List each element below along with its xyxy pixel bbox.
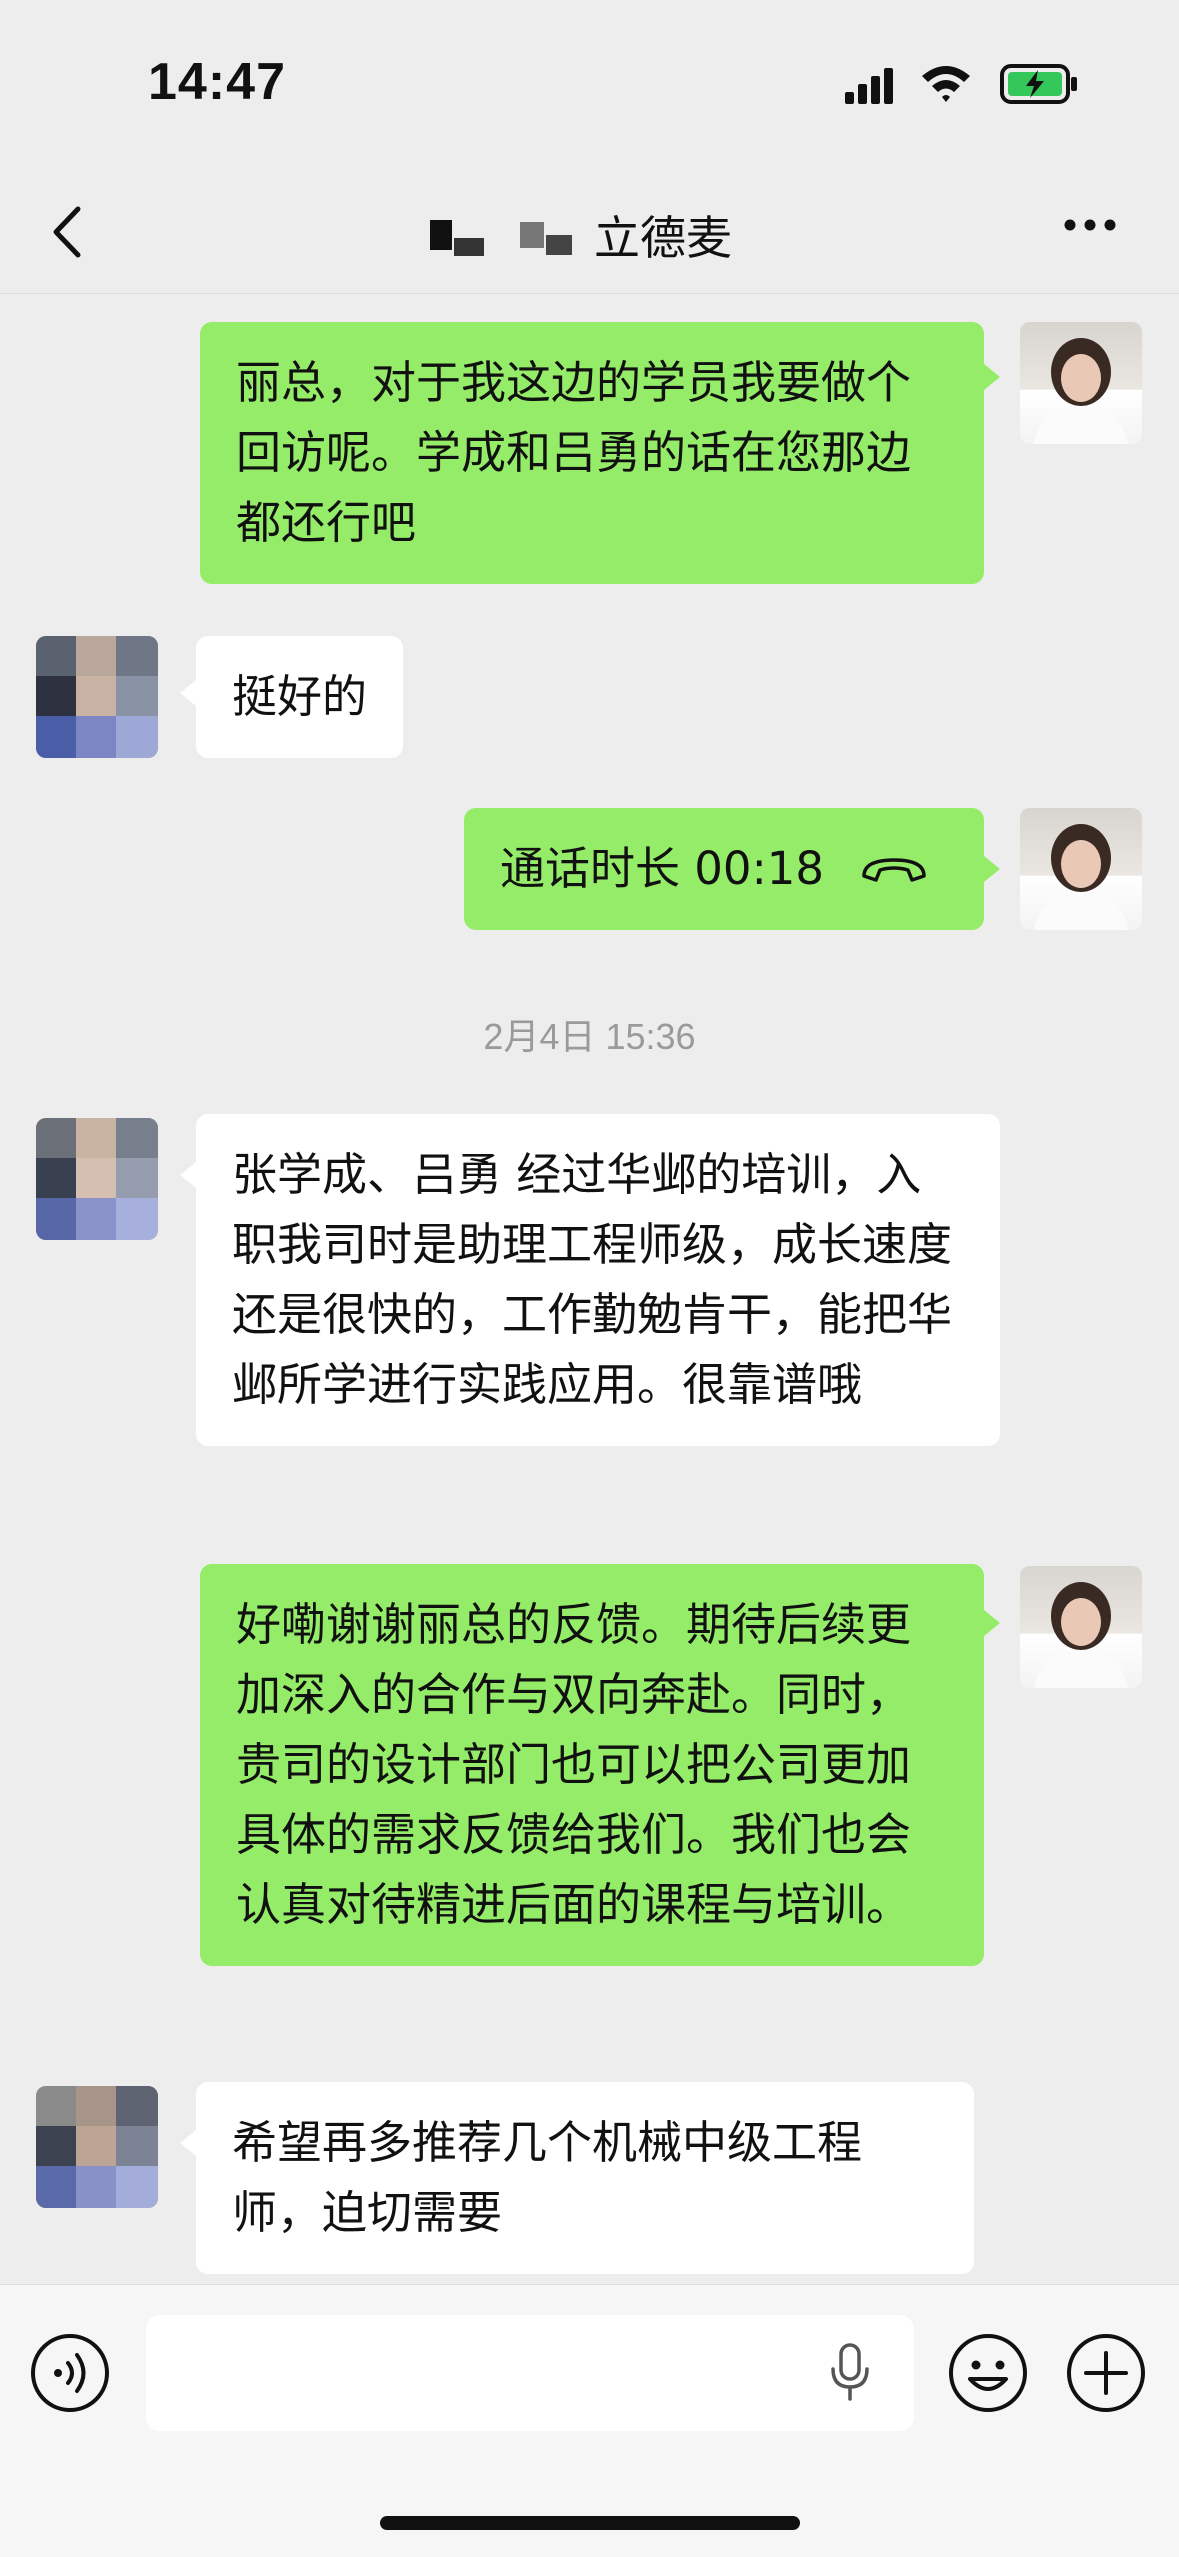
call-duration-text: 通话时长 00:18 [500,842,824,895]
cellular-signal-icon [845,68,893,104]
message-bubble-incoming[interactable]: 张学成、吕勇 经过华邺的培训，入职我司时是助理工程师级，成长速度还是很快的，工作… [196,1114,1000,1446]
more-options-icon[interactable] [1062,217,1118,233]
bubble-tail [180,2130,196,2156]
voice-input-icon[interactable] [28,2331,112,2415]
redacted-name-block [454,238,484,256]
wifi-icon [922,66,970,102]
home-indicator[interactable] [380,2516,800,2530]
date-separator: 2月4日 15:36 [483,1016,696,1057]
back-icon[interactable] [42,197,92,267]
pixelated-photo-icon [36,2086,158,2208]
call-record-bubble[interactable]: 通话时长 00:18 [464,808,984,930]
redacted-name-block [546,235,572,255]
contact-avatar[interactable] [36,1118,158,1240]
contact-avatar[interactable] [36,2086,158,2208]
my-avatar[interactable] [1020,1566,1142,1688]
my-avatar[interactable] [1020,808,1142,930]
message-bubble-outgoing[interactable]: 好嘞谢谢丽总的反馈。期待后续更加深入的合作与双向奔赴。同时，贵司的设计部门也可以… [200,1564,984,1966]
emoji-icon[interactable] [946,2331,1030,2415]
pixelated-photo-icon [36,1118,158,1240]
message-bubble-outgoing[interactable]: 丽总，对于我这边的学员我要做个回访呢。学成和吕勇的话在您那边都还行吧 [200,322,984,584]
contact-avatar[interactable] [36,636,158,758]
pixelated-photo-icon [36,636,158,758]
message-bubble-incoming[interactable]: 希望再多推荐几个机械中级工程师，迫切需要 [196,2082,974,2274]
redacted-name-block [430,220,452,250]
chat-header: 立德麦 [0,175,1179,294]
clock: 14:47 [148,53,286,111]
message-input[interactable] [146,2315,914,2431]
status-bar: 14:47 [0,0,1179,175]
bubble-tail [180,1162,196,1188]
chat-title: 立德麦 [430,205,732,265]
battery-charging-icon [1000,64,1077,104]
redacted-name-block [520,222,544,248]
phone-hangup-icon [862,858,926,882]
person-photo-icon [1034,338,1128,444]
person-photo-icon [1034,1582,1128,1688]
message-bubble-incoming[interactable]: 挺好的 [196,636,404,758]
bubble-tail [180,680,196,706]
my-avatar[interactable] [1020,322,1142,444]
microphone-icon[interactable] [828,2343,872,2403]
bubble-tail [984,856,1000,882]
add-icon[interactable] [1064,2331,1148,2415]
chat-title-text: 立德麦 [594,211,732,265]
bubble-tail [984,1610,1000,1636]
bubble-tail [984,364,1000,390]
person-photo-icon [1034,824,1128,930]
